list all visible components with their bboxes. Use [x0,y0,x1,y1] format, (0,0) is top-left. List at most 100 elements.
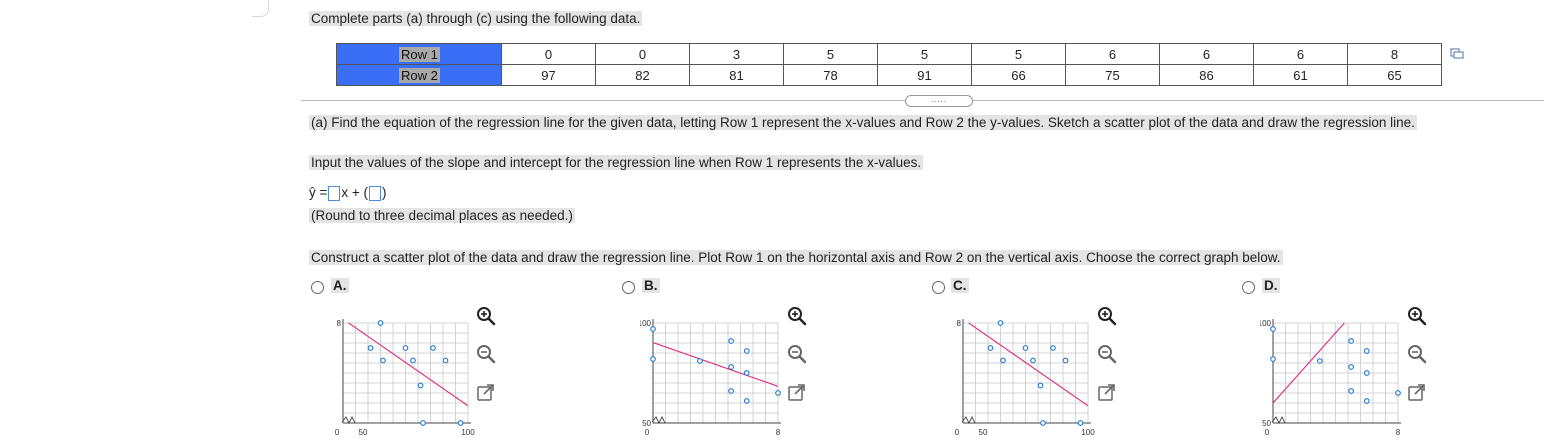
x-tick-label: 0 [335,428,340,437]
option-b-label[interactable]: B. [642,278,660,293]
x-tick-label: 0 [645,428,650,437]
table-cell: 8 [1347,43,1442,65]
data-point [1040,420,1046,426]
x-tick-label: 8 [1396,428,1401,437]
round-note: (Round to three decimal places as needed… [309,208,575,223]
x-tick-label: 0 [1265,428,1270,437]
scatter-prompt: Construct a scatter plot of the data and… [309,250,1283,265]
data-point [1363,398,1370,404]
table-cell: 0 [595,43,690,65]
zoom-in-icon[interactable] [475,305,497,327]
option-a-radio[interactable] [311,281,324,294]
data-point [1077,420,1084,426]
data-point [1270,356,1276,362]
y-tick-label: 8 [957,319,962,328]
option-a-graph: 8 0 50 100 [335,319,475,437]
data-point [1022,345,1029,351]
data-point [402,345,409,351]
slope-input[interactable] [328,185,341,201]
zoom-in-icon[interactable] [786,305,808,327]
data-point [987,345,994,351]
table-cell: 5 [877,43,972,65]
data-point [1270,326,1276,332]
data-point [430,345,436,351]
data-point [743,370,750,376]
popout-icon[interactable] [1406,382,1428,404]
zoom-out-icon[interactable] [1406,343,1428,365]
instructions: Complete parts (a) through (c) using the… [309,11,643,26]
axis-break [961,415,976,425]
data-point [417,382,424,389]
table-cell: 75 [1065,64,1160,86]
option-c-graph: 8 0 50 100 [955,319,1095,437]
option-c-label[interactable]: C. [951,278,969,293]
data-point [410,357,416,364]
data-point [697,358,703,364]
data-point [743,348,750,354]
table-cell: 5 [971,43,1066,65]
table-cell: 81 [689,64,784,86]
table-cell: 82 [595,64,690,86]
x-tick-label: 100 [1081,428,1095,437]
data-point [1348,364,1354,370]
x-tick-label: 0 [955,428,960,437]
data-point [1363,348,1370,354]
y-tick-label: 50 [1262,419,1271,428]
expand-button[interactable]: ..... [905,95,973,107]
axis-break [341,415,356,425]
paren-open: ( [363,185,369,200]
paren-close: ) [382,185,387,200]
intercept-input[interactable] [369,185,382,201]
popout-icon[interactable] [475,382,497,404]
zoom-out-icon[interactable] [786,343,808,365]
data-point [650,326,656,332]
popout-icon[interactable] [786,382,808,404]
x-tick-label: 50 [979,428,988,437]
data-table: Row 1 0 0 3 5 5 5 6 6 6 8 Row 2 97 82 81… [336,43,1442,86]
option-c-radio[interactable] [932,281,945,294]
data-point [1317,358,1323,364]
y-tick-label: 100 [640,319,652,328]
option-d-label[interactable]: D. [1262,278,1280,293]
table-cell: 86 [1159,64,1254,86]
zoom-out-icon[interactable] [1096,343,1118,365]
data-point [1050,345,1056,351]
option-d-radio[interactable] [1242,281,1255,294]
zoom-in-icon[interactable] [1096,305,1118,327]
data-point [650,356,656,362]
option-d-graph: 100 500 8 [1260,319,1401,437]
table-cell: 6 [1159,43,1254,65]
table-cell: 6 [1065,43,1160,65]
axis-break [651,415,666,425]
zoom-out-icon[interactable] [475,343,497,365]
data-point [997,320,1004,326]
x-tick-label: 8 [776,428,781,437]
table-cell: 97 [501,64,596,86]
table-cell: 65 [1347,64,1442,86]
data-point [457,420,464,426]
data-point [1037,382,1044,389]
data-point [377,320,384,326]
part-a-question: (a) Find the equation of the regression … [309,115,1417,130]
axis-break [1271,415,1286,425]
data-point [728,338,734,344]
data-point [1395,390,1401,396]
table-cell: 5 [783,43,878,65]
popout-icon[interactable] [1096,382,1118,404]
data-point [442,357,449,364]
option-a-label[interactable]: A. [331,278,349,293]
data-point [1000,357,1006,364]
y-tick-label: 100 [1260,319,1272,328]
slope-intercept-prompt: Input the values of the slope and interc… [309,155,924,170]
zoom-in-icon[interactable] [1406,305,1428,327]
y-tick-label: 8 [337,319,342,328]
table-row: Row 1 0 0 3 5 5 5 6 6 6 8 [336,43,1442,65]
table-cell: 91 [877,64,972,86]
table-cell: 6 [1253,43,1348,65]
data-point [380,357,386,364]
data-point [1062,357,1069,364]
option-b-radio[interactable] [622,281,635,294]
copy-data-icon[interactable] [1450,48,1464,60]
row-header: Row 2 [336,64,502,86]
data-point [1363,370,1370,376]
